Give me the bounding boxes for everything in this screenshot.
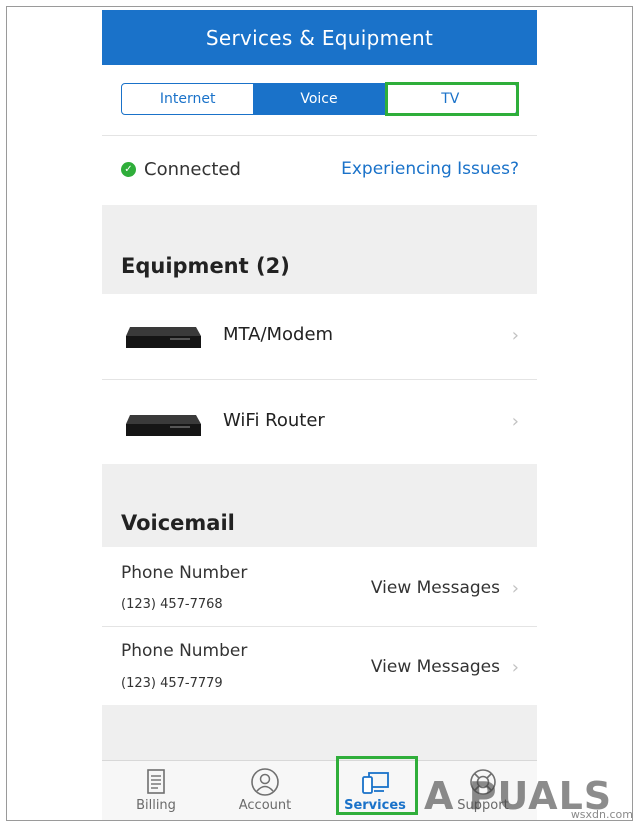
tabbar-item-billing[interactable]: Billing <box>106 761 206 820</box>
tabbar-item-services[interactable]: Services <box>325 761 425 820</box>
tabbar-item-support[interactable]: Support <box>433 761 533 820</box>
voicemail-section-header: Voicemail <box>102 464 537 547</box>
equipment-item-router[interactable]: WiFi Router › <box>102 380 537 464</box>
connection-status: Connected <box>144 159 241 180</box>
phone-number-value: (123) 457-7768 <box>121 597 223 612</box>
chevron-right-icon: › <box>511 325 519 346</box>
tab-tv[interactable]: TV <box>385 84 516 114</box>
device-label: MTA/Modem <box>223 324 334 345</box>
check-circle-icon: ✓ <box>121 162 136 177</box>
view-messages-link[interactable]: View Messages <box>371 578 500 598</box>
tabbar-label: Support <box>457 798 509 813</box>
person-icon <box>251 768 279 796</box>
tabbar-label: Services <box>344 798 406 813</box>
tab-internet[interactable]: Internet <box>122 84 253 114</box>
tabbar-label: Account <box>238 798 292 813</box>
equipment-title: Equipment (2) <box>121 254 290 278</box>
tab-voice[interactable]: Voice <box>253 84 385 114</box>
experiencing-issues-link[interactable]: Experiencing Issues? <box>341 159 519 179</box>
equipment-item-modem[interactable]: MTA/Modem › <box>102 294 537 379</box>
phone-number-label: Phone Number <box>121 563 248 583</box>
phone-number-label: Phone Number <box>121 641 248 661</box>
receipt-icon <box>147 769 165 794</box>
connection-status-row: ✓ Connected Experiencing Issues? <box>102 136 537 204</box>
lifebuoy-icon <box>470 769 496 795</box>
tabbar-label: Billing <box>136 798 176 813</box>
page-title: Services & Equipment <box>205 25 434 50</box>
equipment-section-header: Equipment (2) <box>102 205 537 294</box>
voicemail-row[interactable]: Phone Number (123) 457-7779 View Message… <box>102 627 537 705</box>
service-tabs: Internet Voice TV <box>121 83 517 115</box>
watermark-site: wsxdn.com <box>570 808 633 821</box>
view-messages-link[interactable]: View Messages <box>371 657 500 677</box>
voicemail-title: Voicemail <box>121 511 235 535</box>
bottom-tab-bar: Billing Account Services Support <box>102 760 537 820</box>
app-screen: Services & Equipment Internet Voice TV ✓… <box>102 10 537 820</box>
device-label: WiFi Router <box>223 410 325 431</box>
voicemail-row[interactable]: Phone Number (123) 457-7768 View Message… <box>102 547 537 625</box>
empty-gray-area <box>102 705 537 760</box>
devices-icon <box>362 772 389 794</box>
modem-device-icon <box>126 327 201 348</box>
router-device-icon <box>126 415 201 436</box>
phone-number-value: (123) 457-7779 <box>121 676 223 691</box>
app-header: Services & Equipment <box>102 10 537 65</box>
tabbar-item-account[interactable]: Account <box>215 761 315 820</box>
chevron-right-icon: › <box>511 578 519 599</box>
chevron-right-icon: › <box>511 411 519 432</box>
chevron-right-icon: › <box>511 657 519 678</box>
